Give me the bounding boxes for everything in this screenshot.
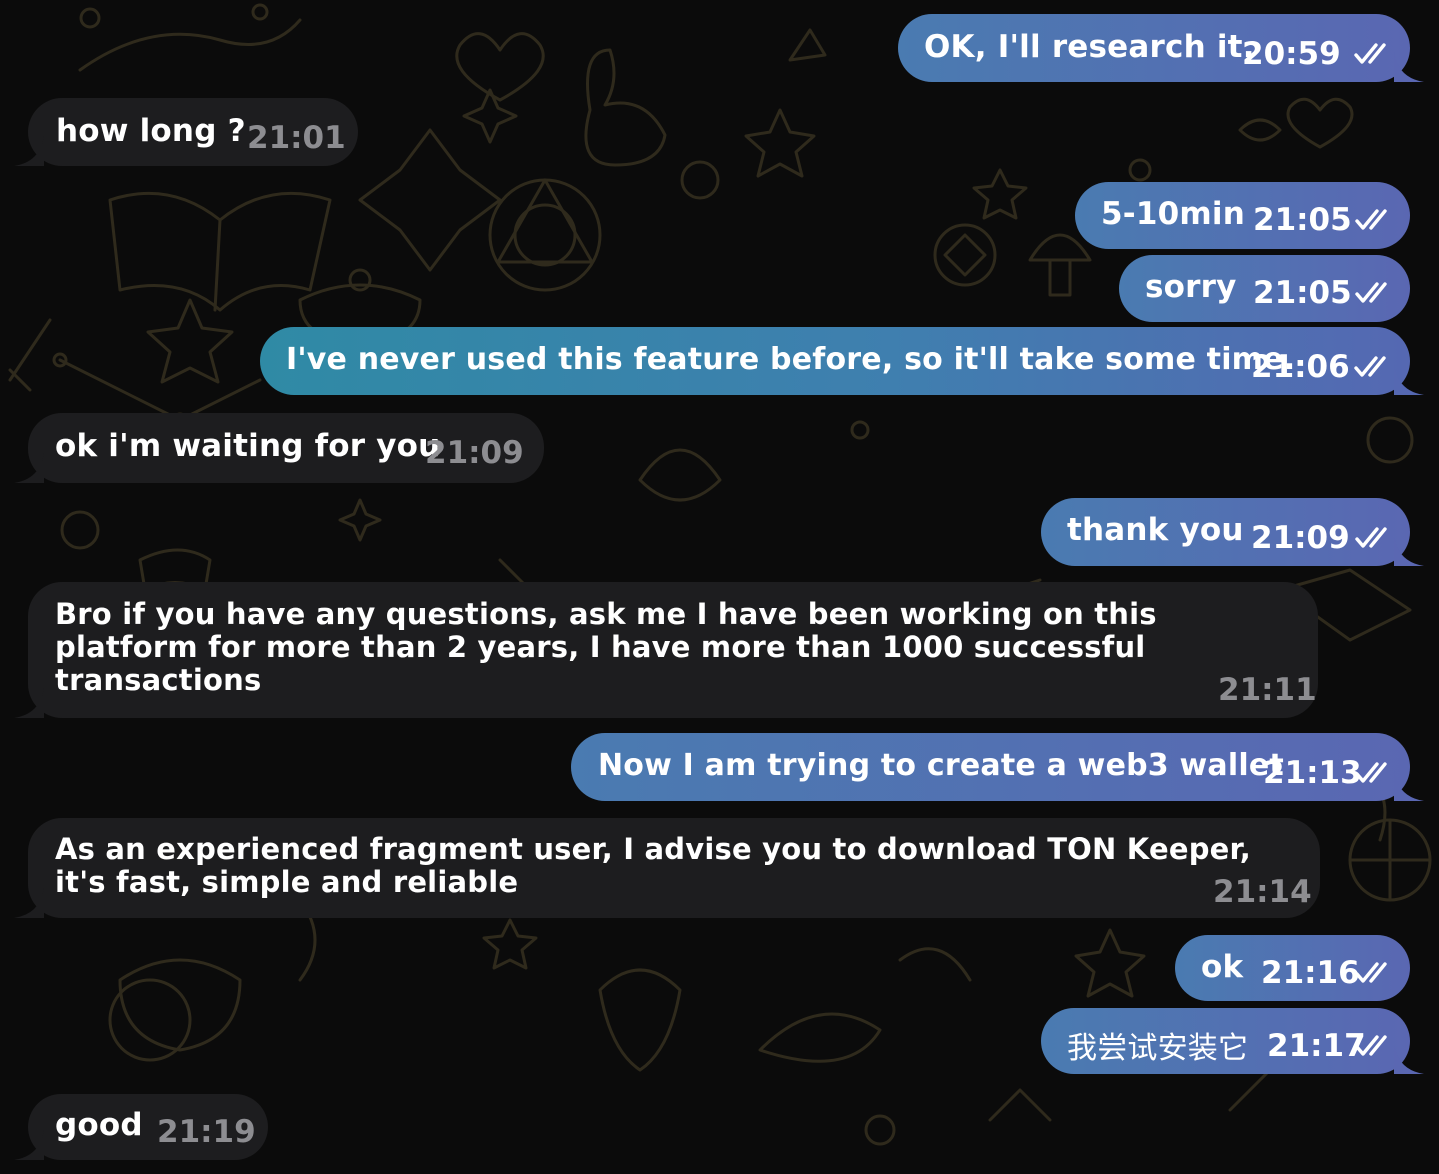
message-time: 21:13 (1263, 755, 1362, 791)
message-text: As an experienced fragment user, I advis… (55, 832, 1251, 899)
message-text: good (55, 1107, 143, 1143)
message-time: 21:16 (1261, 955, 1360, 991)
message-bubble-incoming[interactable]: As an experienced fragment user, I advis… (14, 818, 1320, 918)
double-check-icon (1355, 282, 1387, 303)
message-text: how long ? (56, 113, 246, 149)
double-check-icon (1355, 1035, 1387, 1056)
bubble-tail (14, 888, 44, 918)
message-time: 21:05 (1253, 275, 1352, 311)
message-bubble-incoming[interactable]: how long ? 21:01 (14, 98, 358, 166)
message-time: 21:01 (247, 120, 346, 156)
bubble-tail (14, 453, 44, 483)
message-time: 21:14 (1213, 874, 1312, 910)
message-bubble-outgoing[interactable]: thank you 21:09 (1041, 498, 1424, 566)
bubble-tail (1394, 52, 1424, 82)
double-check-icon (1355, 527, 1387, 548)
bubble-tail (1394, 1044, 1424, 1074)
message-time: 20:59 (1242, 36, 1341, 72)
message-text: Bro if you have any questions, ask me I … (55, 597, 1157, 697)
bubble-tail (14, 136, 44, 166)
message-bubble-outgoing[interactable]: sorry 21:05 (1119, 255, 1410, 322)
double-check-icon (1354, 356, 1386, 377)
message-bubble-outgoing[interactable]: 我尝试安装它 21:17 (1041, 1008, 1424, 1074)
message-time: 21:11 (1218, 672, 1317, 708)
message-bubble-outgoing[interactable]: I've never used this feature before, so … (260, 327, 1424, 395)
message-text: thank you (1067, 512, 1244, 548)
bubble-tail (1394, 365, 1424, 395)
message-text: ok (1201, 949, 1244, 985)
message-time: 21:19 (157, 1114, 256, 1150)
message-text: sorry (1145, 269, 1237, 305)
bubble-tail (14, 688, 44, 718)
message-text: I've never used this feature before, so … (286, 342, 1296, 377)
message-bubble-outgoing[interactable]: OK, I'll research it. 20:59 (898, 14, 1424, 82)
message-text: OK, I'll research it. (924, 29, 1255, 65)
bubble-tail (1394, 771, 1424, 801)
message-bubble-incoming[interactable]: ok i'm waiting for you 21:09 (14, 413, 544, 483)
message-bubble-outgoing[interactable]: Now I am trying to create a web3 wallet … (571, 733, 1424, 801)
message-text: 我尝试安装它 (1067, 1031, 1249, 1066)
message-text: Now I am trying to create a web3 wallet (598, 748, 1284, 783)
double-check-icon (1355, 962, 1387, 983)
message-text: ok i'm waiting for you (55, 428, 441, 464)
message-bubble-incoming[interactable]: Bro if you have any questions, ask me I … (14, 582, 1318, 718)
double-check-icon (1354, 43, 1386, 64)
message-time: 21:05 (1253, 202, 1352, 238)
message-time: 21:09 (425, 435, 524, 471)
bubble-tail (14, 1130, 44, 1160)
message-bubble-incoming[interactable]: good 21:19 (14, 1094, 268, 1160)
message-bubble-outgoing[interactable]: 5-10min 21:05 (1075, 182, 1410, 249)
message-list[interactable]: OK, I'll research it. 20:59 how long ? 2… (0, 0, 1439, 1174)
bubble-tail (1394, 536, 1424, 566)
message-text: 5-10min (1101, 196, 1245, 232)
message-bubble-outgoing[interactable]: ok 21:16 (1175, 935, 1410, 1001)
message-time: 21:06 (1251, 349, 1350, 385)
message-time: 21:17 (1267, 1028, 1366, 1064)
double-check-icon (1355, 762, 1387, 783)
double-check-icon (1355, 209, 1387, 230)
message-time: 21:09 (1251, 520, 1350, 556)
